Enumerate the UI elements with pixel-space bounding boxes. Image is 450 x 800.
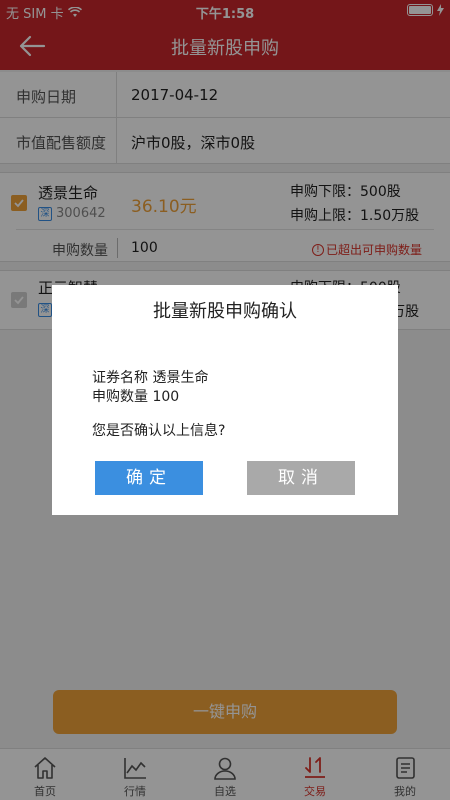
dialog-quantity: 申购数量 100 <box>92 389 180 405</box>
confirm-button[interactable]: 确定 <box>95 461 203 495</box>
confirm-dialog: 批量新股申购确认 证券名称 透景生命 申购数量 100 您是否确认以上信息? 确… <box>52 285 398 515</box>
dialog-question: 您是否确认以上信息? <box>92 423 226 439</box>
cancel-button[interactable]: 取消 <box>247 461 355 495</box>
dialog-security-name: 证券名称 透景生命 <box>92 370 209 386</box>
dialog-title: 批量新股申购确认 <box>153 301 297 322</box>
